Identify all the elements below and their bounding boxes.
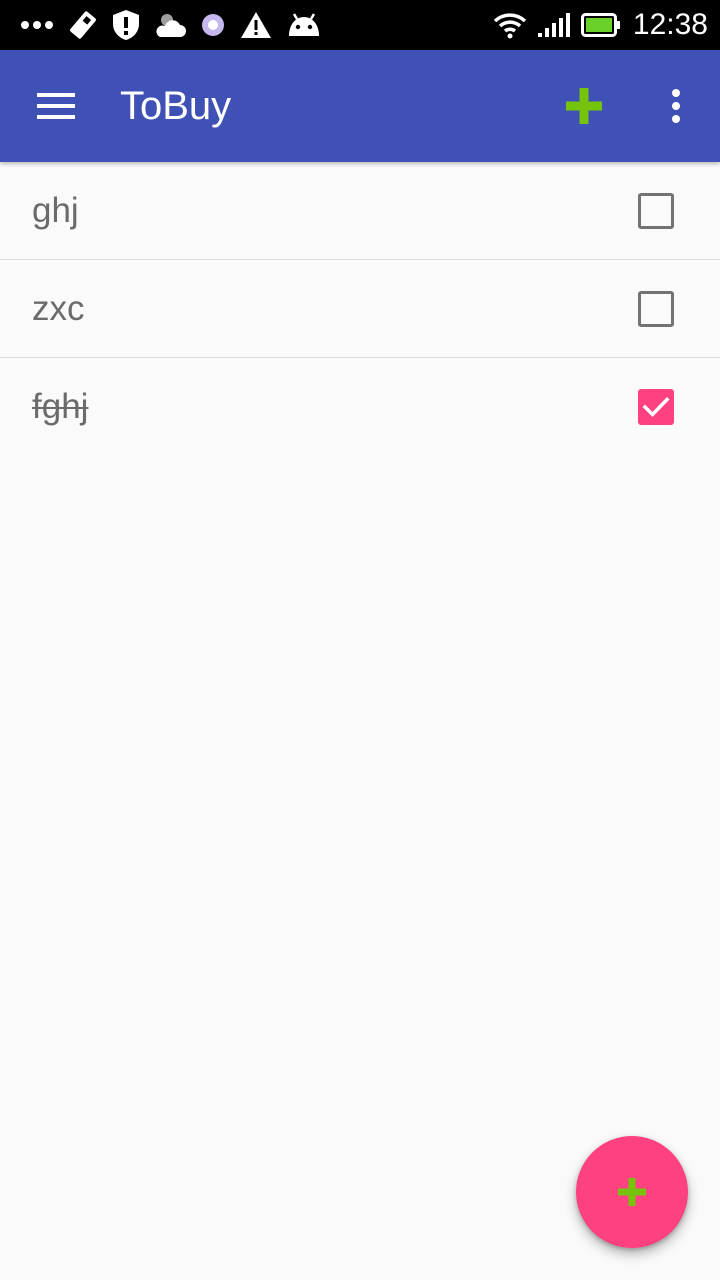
- list-item[interactable]: zxc: [0, 260, 720, 358]
- status-right-icons: 12:38: [493, 0, 708, 50]
- add-fab-button[interactable]: [576, 1136, 688, 1248]
- menu-button[interactable]: [28, 78, 84, 134]
- list-item[interactable]: fghj: [0, 358, 720, 455]
- list-item[interactable]: ghj: [0, 162, 720, 260]
- app-toolbar: ToBuy: [0, 50, 720, 162]
- signal-icon: [537, 13, 570, 37]
- status-bar: 12:38: [0, 0, 720, 50]
- item-checkbox[interactable]: [638, 389, 674, 425]
- more-vertical-icon: [672, 89, 680, 123]
- circle-app-icon: [202, 14, 224, 36]
- app-notification-icon: [70, 11, 96, 39]
- more-dots-icon: [21, 21, 53, 29]
- page-title: ToBuy: [120, 84, 232, 128]
- item-label: zxc: [32, 289, 85, 328]
- item-label: fghj: [32, 387, 89, 426]
- item-checkbox[interactable]: [638, 291, 674, 327]
- status-time: 12:38: [632, 8, 708, 41]
- weather-icon: [156, 14, 186, 37]
- overflow-menu-button[interactable]: [652, 78, 700, 134]
- item-checkbox[interactable]: [638, 193, 674, 229]
- plus-icon: [566, 88, 602, 124]
- battery-icon: [580, 13, 620, 37]
- status-left-icons: [20, 0, 322, 50]
- android-icon: [289, 13, 319, 36]
- wifi-icon: [493, 13, 527, 39]
- shield-icon: [113, 10, 139, 40]
- warning-icon: [241, 12, 271, 38]
- plus-icon: [618, 1178, 646, 1206]
- item-label: ghj: [32, 191, 79, 230]
- hamburger-icon: [37, 93, 75, 119]
- add-item-button[interactable]: [556, 78, 612, 134]
- shopping-list: ghj zxc fghj: [0, 162, 720, 455]
- checkmark-icon: [642, 397, 670, 417]
